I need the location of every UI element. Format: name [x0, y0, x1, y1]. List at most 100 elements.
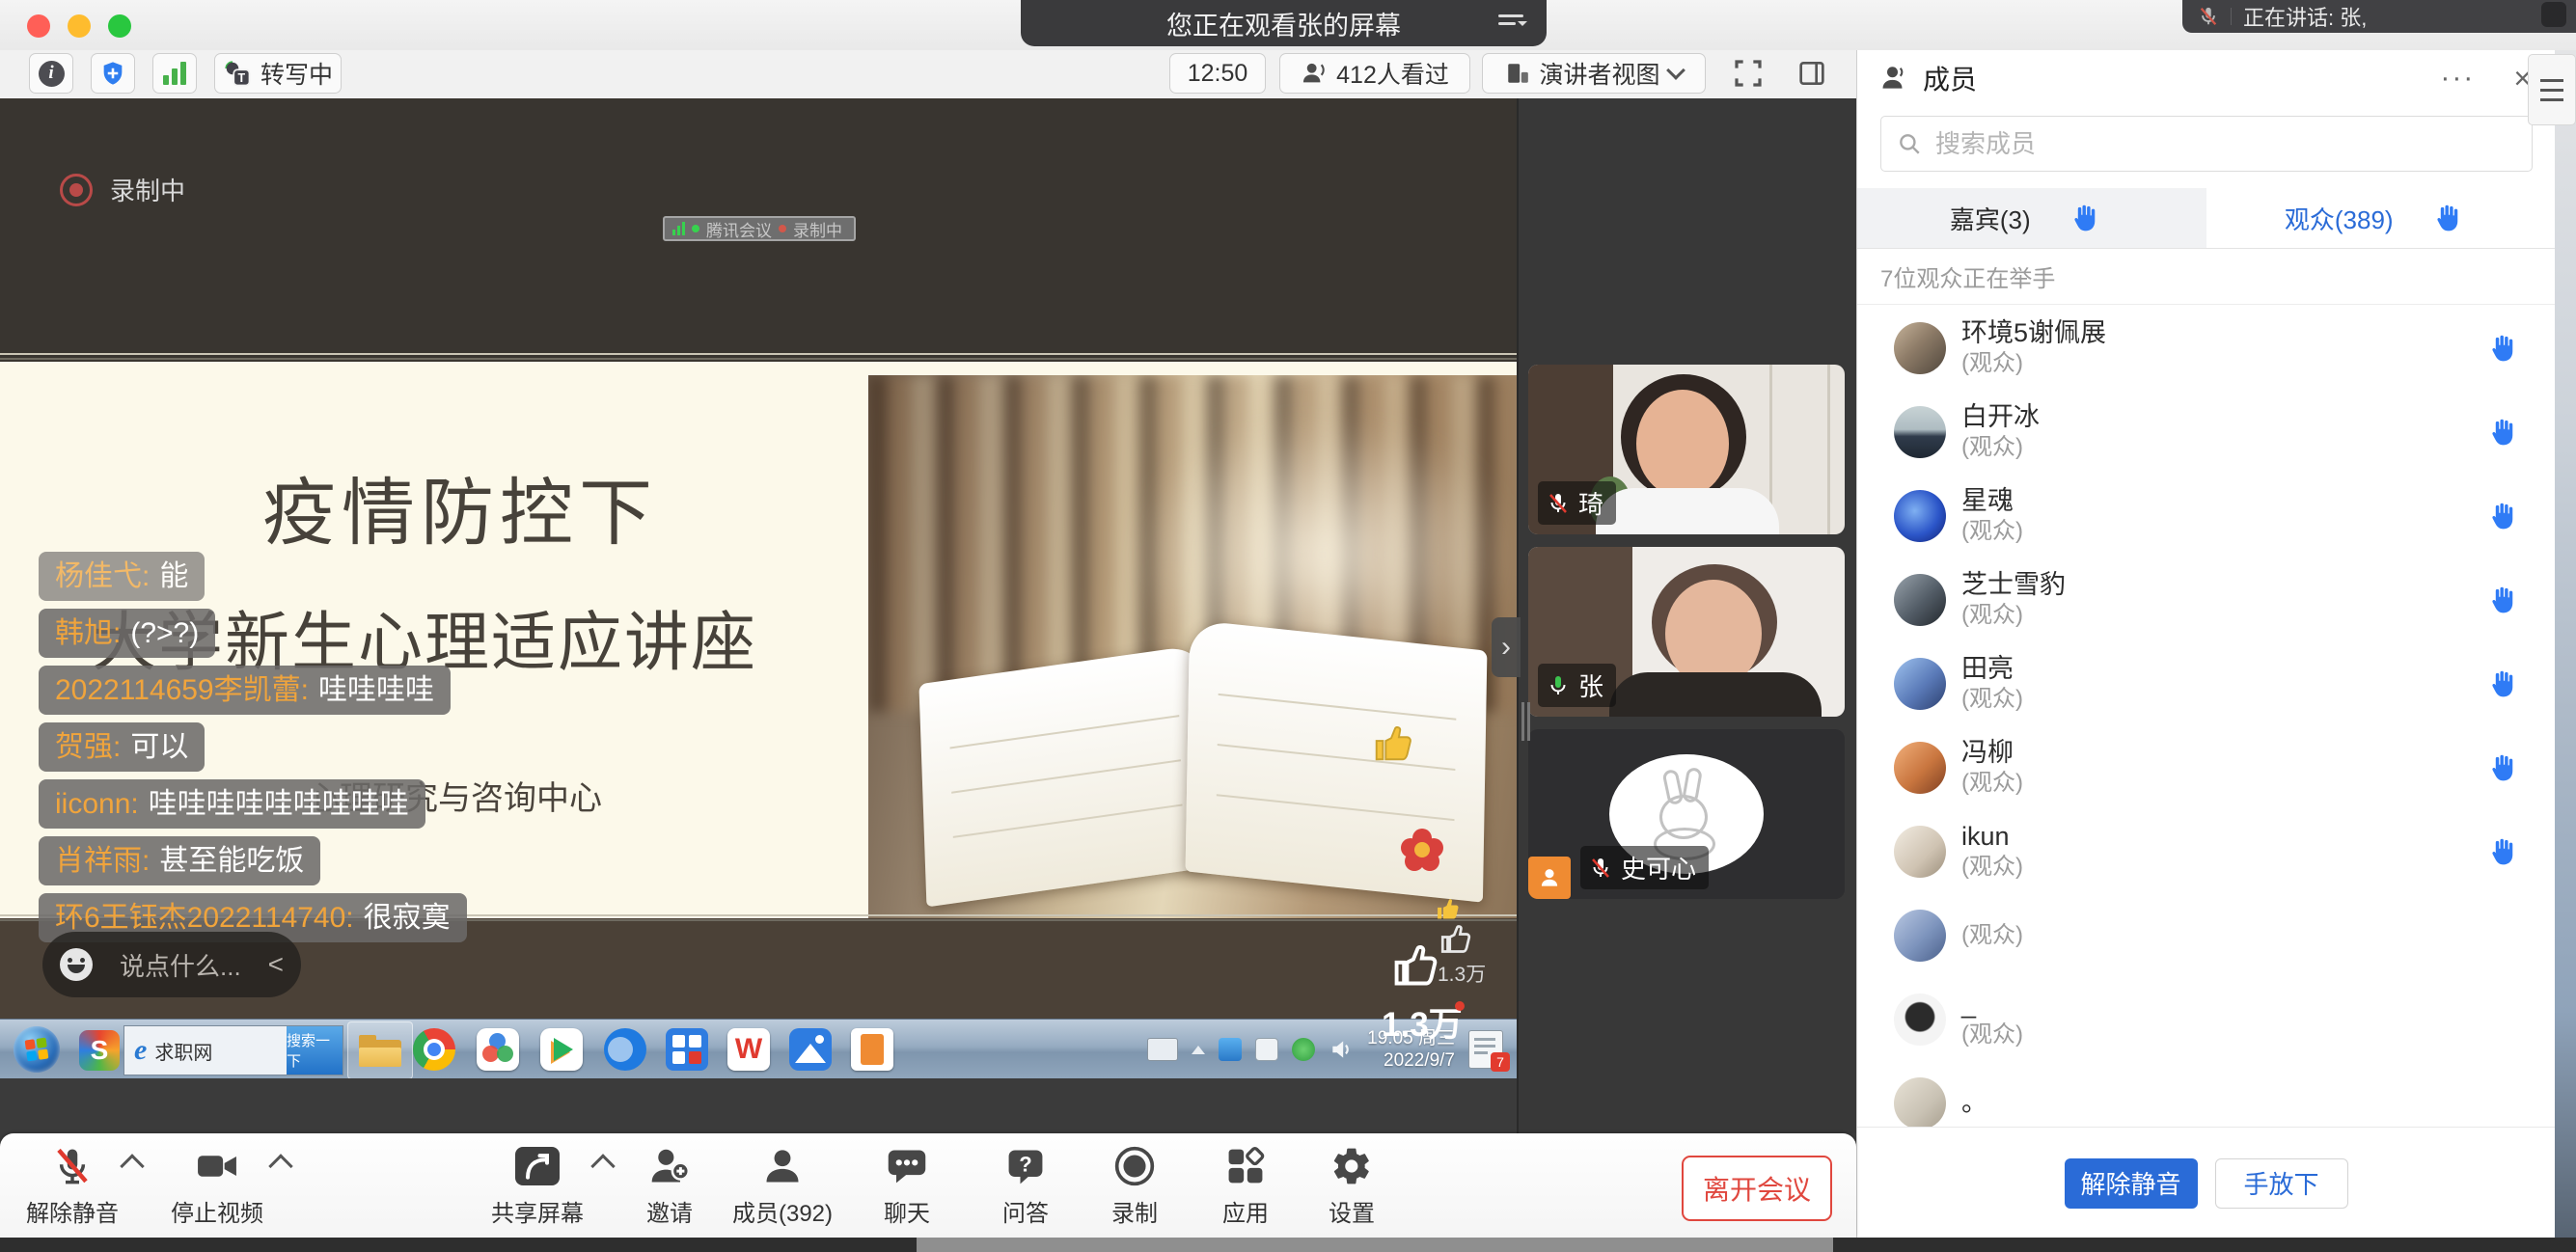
- member-row[interactable]: 芝士雪豹 (观众): [1857, 558, 2555, 641]
- unmute-button[interactable]: 解除静音: [2065, 1158, 2198, 1209]
- fullscreen-icon: [1733, 58, 1764, 89]
- share-screen-dock-button[interactable]: 共享屏幕: [465, 1144, 610, 1228]
- member-row[interactable]: 星魂 (观众): [1857, 474, 2555, 558]
- chat-sender: 贺强:: [55, 729, 121, 765]
- meeting-app-icon: [477, 1028, 519, 1071]
- leave-meeting-button[interactable]: 离开会议: [1682, 1156, 1832, 1221]
- video-tile-shikexin[interactable]: 史可心: [1528, 729, 1845, 899]
- member-role: (观众): [1961, 600, 2066, 630]
- video-tile-qi[interactable]: 琦: [1528, 365, 1845, 534]
- video-tile-zhang[interactable]: 张: [1528, 547, 1845, 717]
- online-dot-icon: [692, 225, 699, 232]
- like-button-icon[interactable]: [1389, 938, 1439, 992]
- tab-audience[interactable]: 观众(389): [2206, 188, 2556, 248]
- avatar: [1894, 658, 1946, 710]
- windows-start-icon: [14, 1026, 60, 1073]
- view-mode-dropdown[interactable]: 演讲者视图: [1482, 53, 1706, 94]
- taskbar-search-text: 求职网: [154, 1037, 287, 1065]
- member-row[interactable]: 冯柳 (观众): [1857, 725, 2555, 809]
- emoji-icon[interactable]: [60, 948, 93, 981]
- gear-icon: [1330, 1145, 1373, 1187]
- meeting-time-button[interactable]: 12:50: [1169, 53, 1266, 94]
- thumbs-up-sticker-icon: [1370, 721, 1414, 765]
- signal-bars-icon: [672, 222, 685, 235]
- member-row[interactable]: (观众): [1857, 893, 2555, 977]
- security-button[interactable]: [91, 53, 135, 94]
- network-quality-button[interactable]: [152, 53, 197, 94]
- member-search-input[interactable]: [1933, 128, 2516, 160]
- viewer-count-button[interactable]: 412人看过: [1279, 53, 1470, 94]
- member-row[interactable]: 白开冰 (观众): [1857, 390, 2555, 474]
- unmute-dock-button[interactable]: 解除静音: [0, 1144, 145, 1228]
- member-row[interactable]: ikun (观众): [1857, 809, 2555, 893]
- avatar: [1894, 322, 1946, 374]
- meeting-info-button[interactable]: i: [29, 53, 73, 94]
- banner-menu-icon[interactable]: [1498, 12, 1527, 35]
- settings-dock-button[interactable]: 设置: [1279, 1144, 1424, 1228]
- chat-message: 杨佳弋: 能: [39, 552, 205, 601]
- slide-title-line1: 疫情防控下: [262, 453, 658, 559]
- collapse-chat-icon[interactable]: <: [268, 949, 284, 980]
- blue-grid-app-icon: [666, 1028, 708, 1071]
- member-search-box[interactable]: [1880, 116, 2533, 172]
- browser-swirl-icon: [604, 1028, 646, 1071]
- ie-search-box: e 求职网 搜索一下: [123, 1025, 343, 1075]
- apps-icon: [1224, 1145, 1267, 1187]
- close-traffic-light[interactable]: [27, 14, 50, 38]
- divider: [2231, 8, 2232, 25]
- lower-hand-button[interactable]: 手放下: [2215, 1158, 2348, 1209]
- mic-muted-icon: [1547, 492, 1570, 515]
- more-options-icon[interactable]: ···: [2440, 62, 2475, 95]
- collapse-videos-button[interactable]: ›: [1492, 617, 1521, 677]
- side-panel-toggle-button[interactable]: [1787, 53, 1837, 94]
- chat-message: 2022114659李凯蕾: 哇哇哇哇: [39, 666, 451, 715]
- transcription-button[interactable]: T 转写中: [214, 53, 342, 94]
- sidebar-menu-button[interactable]: [2528, 54, 2576, 125]
- taskbar-search-button: 搜索一下: [287, 1026, 343, 1075]
- role-badge-icon: [1528, 857, 1571, 899]
- view-mode-label: 演讲者视图: [1539, 56, 1659, 91]
- chat-sender: 杨佳弋:: [55, 558, 150, 594]
- column-resize-handle[interactable]: [1521, 702, 1531, 741]
- recording-indicator: 录制中: [60, 172, 185, 207]
- chat-input-placeholder[interactable]: 说点什么...: [120, 947, 241, 983]
- tab-guests[interactable]: 嘉宾(3): [1857, 188, 2206, 248]
- member-row[interactable]: 环境5谢佩展 (观众): [1857, 306, 2555, 390]
- minimize-traffic-light[interactable]: [68, 14, 91, 38]
- chat-text: 能: [159, 558, 188, 594]
- blue-mountain-app-icon: [789, 1028, 832, 1071]
- shield-plus-icon: [99, 60, 126, 87]
- like-cluster[interactable]: 1.3万 1.3万: [1370, 895, 1524, 1040]
- chat-text: 哇哇哇哇: [318, 672, 434, 708]
- chat-sender: 2022114659李凯蕾:: [55, 672, 309, 708]
- viewer-count-label: 412人看过: [1336, 56, 1449, 91]
- raised-hand-icon: [2069, 203, 2100, 233]
- member-list: 环境5谢佩展 (观众) 白开冰 (观众): [1857, 306, 2555, 1127]
- chat-sender: iiconn:: [55, 786, 139, 822]
- stop-video-dock-button[interactable]: 停止视频: [145, 1144, 289, 1228]
- tencent-video-icon: [540, 1028, 583, 1071]
- battery-icon: [1255, 1038, 1278, 1061]
- chat-text: (?>?): [130, 615, 199, 651]
- zoom-traffic-light[interactable]: [108, 14, 131, 38]
- members-panel-title: 成员: [1923, 59, 1977, 97]
- info-icon: i: [39, 61, 65, 87]
- reaction-icon[interactable]: [2541, 2, 2566, 27]
- raised-hand-icon: [2487, 501, 2518, 531]
- member-row[interactable]: _ (观众): [1857, 977, 2555, 1061]
- shared-windows-taskbar: S e 求职网 搜索一下 W: [0, 1019, 1517, 1079]
- signal-bars-icon: [163, 62, 186, 85]
- chat-input-pill[interactable]: 说点什么... <: [42, 932, 301, 997]
- raised-hand-icon: [2487, 836, 2518, 867]
- slide-book-photo: [868, 375, 1517, 918]
- members-dock-button[interactable]: 成员(392): [710, 1144, 855, 1228]
- chat-message: 肖祥雨: 甚至能吃饭: [39, 836, 320, 885]
- participant-name: 史可心: [1621, 850, 1696, 885]
- member-row[interactable]: 。: [1857, 1061, 2555, 1127]
- speaking-banner: 正在讲话: 张,: [2182, 0, 2576, 33]
- member-name: _: [1961, 990, 2023, 1020]
- member-row[interactable]: 田亮 (观众): [1857, 641, 2555, 725]
- flower-sticker-icon: [1401, 829, 1443, 871]
- fullscreen-button[interactable]: [1723, 53, 1773, 94]
- raised-hands-note: 7位观众正在举手: [1857, 249, 2555, 305]
